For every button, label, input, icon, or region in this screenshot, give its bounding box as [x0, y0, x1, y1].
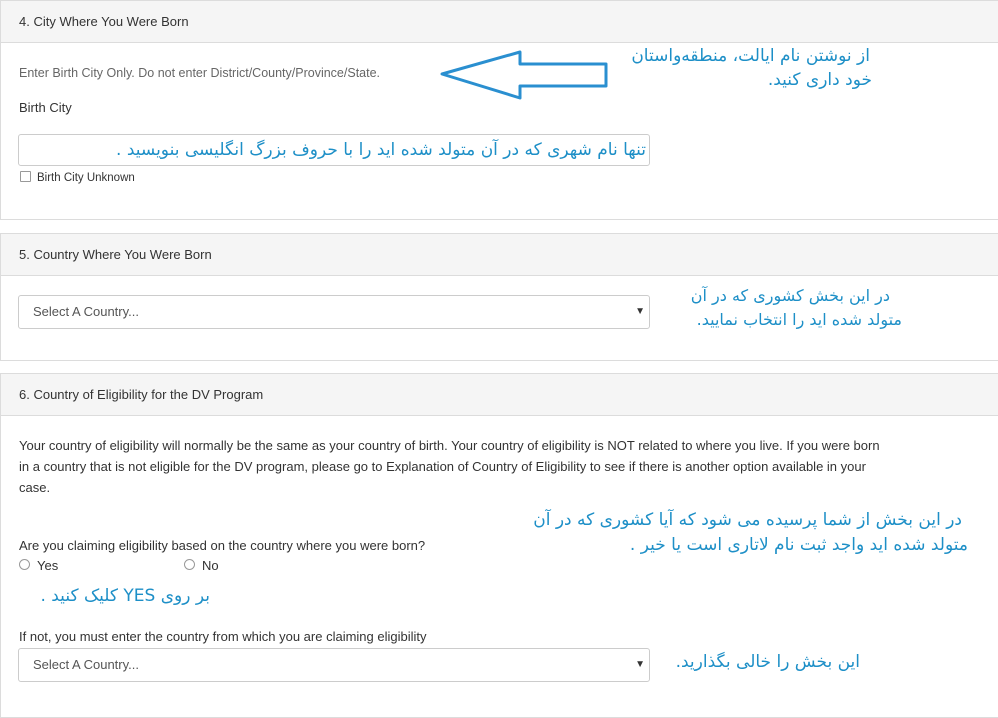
eligibility-no-radio[interactable]	[184, 559, 195, 570]
eligibility-yes-radio[interactable]	[19, 559, 30, 570]
chevron-down-icon: ▼	[635, 306, 645, 317]
arrow-left-icon	[440, 50, 608, 100]
if-not-label: If not, you must enter the country from …	[19, 629, 427, 644]
eligibility-annotation-line1: در این بخش از شما پرسیده می شود که آیا ک…	[533, 510, 962, 530]
eligibility-yes-label[interactable]: Yes	[37, 558, 58, 573]
section-6-title: 6. Country of Eligibility for the DV Pro…	[1, 374, 998, 416]
eligibility-yes-annotation: بر روی YES کلیک کنید .	[40, 586, 210, 606]
birth-country-annotation-line2: متولد شده اید را انتخاب نمایید.	[696, 310, 902, 329]
eligibility-annotation-line2: متولد شده اید واجد ثبت نام لاتاری است یا…	[629, 535, 968, 555]
eligibility-country-annotation: این بخش را خالی بگذارید.	[675, 652, 860, 672]
birth-city-unknown-checkbox[interactable]	[20, 171, 31, 182]
eligibility-question: Are you claiming eligibility based on th…	[19, 538, 426, 553]
chevron-down-icon: ▼	[635, 659, 645, 670]
birth-country-select[interactable]: Select A Country... ▼	[18, 295, 650, 329]
birth-city-label: Birth City	[19, 100, 72, 115]
section-4-panel: 4. City Where You Were Born	[0, 0, 998, 220]
birth-city-hint: Enter Birth City Only. Do not enter Dist…	[19, 66, 381, 80]
birth-city-input-annotation: تنها نام شهری که در آن متولد شده اید را …	[116, 140, 646, 160]
birth-country-annotation-line1: در این بخش کشوری که در آن	[690, 286, 890, 305]
state-annotation-line1: از نوشتن نام ایالت، منطقه‌واستان	[631, 46, 870, 66]
eligibility-country-select-value: Select A Country...	[33, 657, 139, 672]
state-annotation-line2: خود داری کنید.	[767, 70, 872, 90]
eligibility-paragraph-line1: Your country of eligibility will normall…	[19, 438, 880, 453]
birth-country-select-value: Select A Country...	[33, 304, 139, 319]
eligibility-paragraph-line3: case.	[19, 480, 51, 495]
section-5-title: 5. Country Where You Were Born	[1, 234, 998, 276]
section-4-title: 4. City Where You Were Born	[1, 1, 998, 43]
eligibility-country-select[interactable]: Select A Country... ▼	[18, 648, 650, 682]
birth-city-unknown-label: Birth City Unknown	[37, 172, 135, 184]
eligibility-no-label[interactable]: No	[202, 558, 219, 573]
eligibility-paragraph-line2: in a country that is not eligible for th…	[19, 459, 866, 474]
